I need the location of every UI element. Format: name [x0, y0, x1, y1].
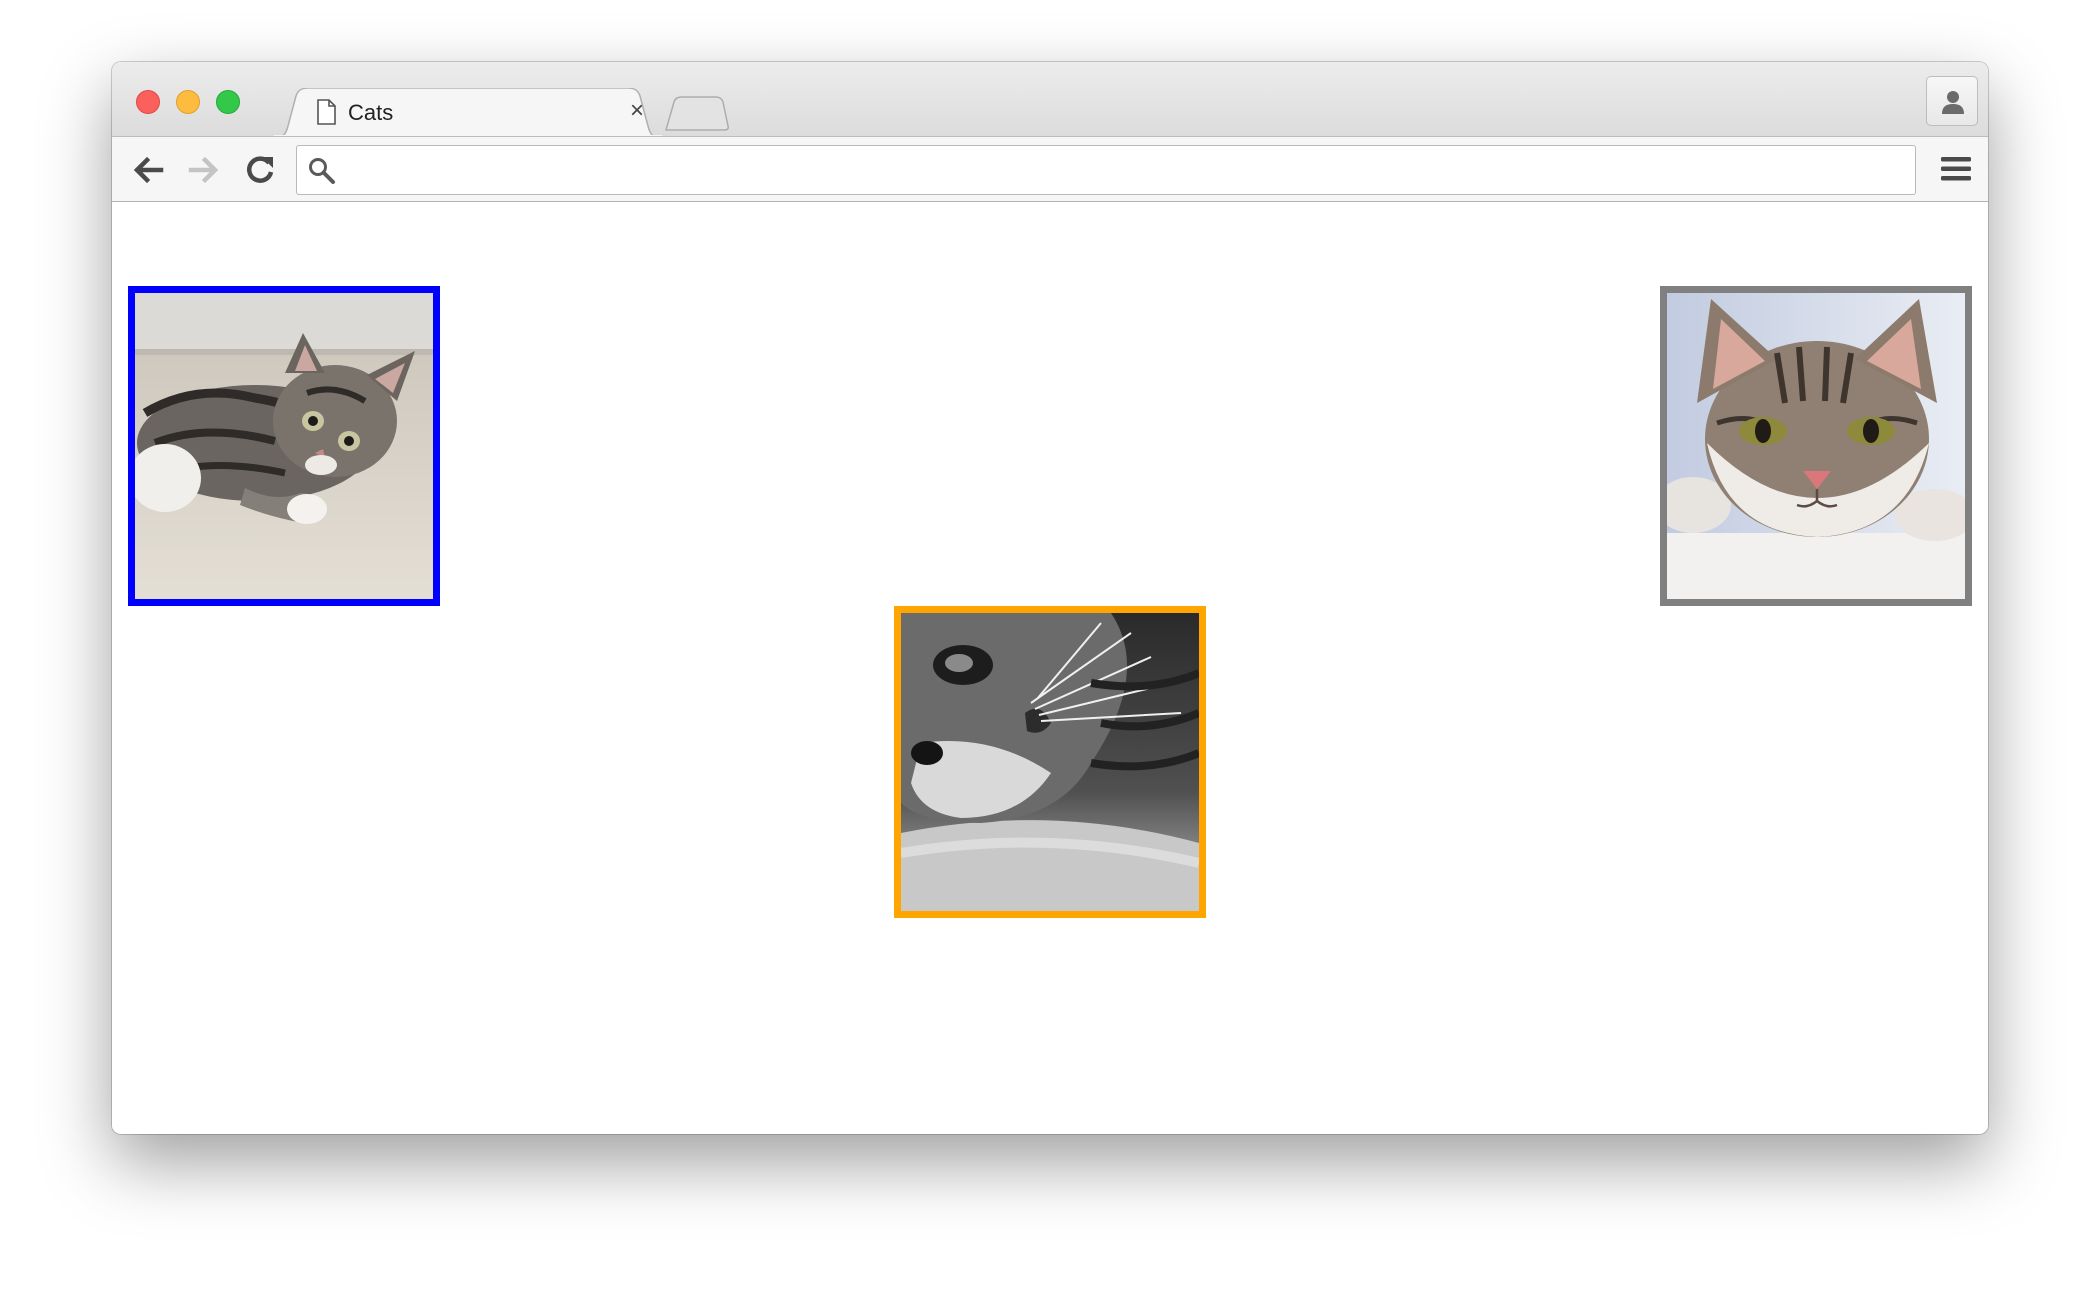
tab-title: Cats: [348, 100, 394, 125]
tab-close-icon[interactable]: ×: [624, 98, 650, 124]
address-bar[interactable]: [296, 145, 1916, 195]
search-icon: [309, 158, 335, 184]
forward-button[interactable]: [184, 150, 224, 190]
address-input[interactable]: [345, 154, 1899, 188]
cat-image-lying-kitten-picture: [135, 293, 433, 599]
cat-image-black-white-closeup-picture: [901, 613, 1199, 911]
new-tab-button[interactable]: [664, 96, 730, 132]
browser-toolbar: [112, 136, 1988, 202]
back-button[interactable]: [128, 150, 168, 190]
window-minimize-button[interactable]: [176, 90, 200, 114]
profile-button[interactable]: [1926, 76, 1978, 126]
browser-window: Cats ×: [112, 62, 1988, 1134]
screen: Cats ×: [0, 0, 2098, 1292]
hamburger-menu-icon[interactable]: [1938, 151, 1974, 187]
cat-image-lying-kitten[interactable]: [128, 286, 440, 606]
cat-image-tabby-face-picture: [1667, 293, 1965, 599]
window-close-button[interactable]: [136, 90, 160, 114]
page-content: [112, 202, 1988, 1134]
tab-cats[interactable]: Cats ×: [272, 88, 664, 138]
cat-image-black-white-closeup[interactable]: [894, 606, 1206, 918]
person-icon: [1942, 91, 1964, 114]
forward-arrow-icon: [188, 156, 219, 184]
cat-image-tabby-face[interactable]: [1660, 286, 1972, 606]
document-icon: [317, 99, 336, 125]
tab-strip: Cats ×: [112, 62, 1988, 138]
back-arrow-icon: [133, 156, 164, 184]
window-maximize-button[interactable]: [216, 90, 240, 114]
reload-button[interactable]: [240, 150, 280, 190]
reload-icon: [247, 156, 274, 183]
